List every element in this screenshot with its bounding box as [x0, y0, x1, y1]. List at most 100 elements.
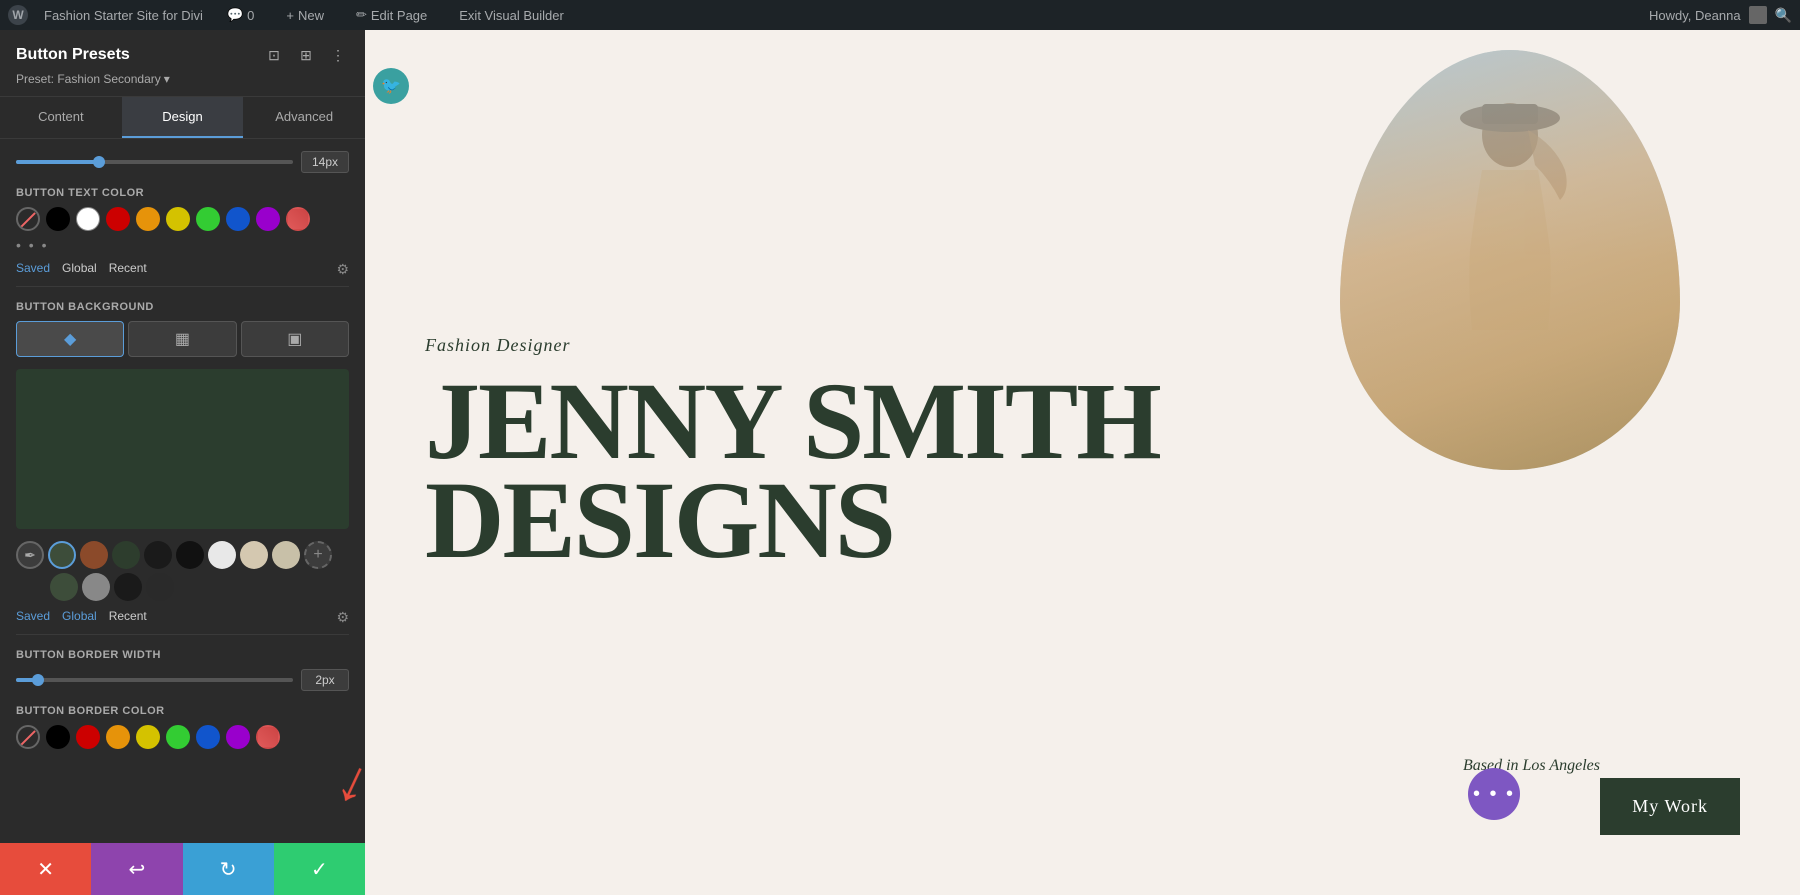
- button-border-color-label: Button Border Color: [16, 705, 349, 717]
- border-swatch-purple[interactable]: [226, 725, 250, 749]
- palette-swatch-2[interactable]: [80, 541, 108, 569]
- swatch-white[interactable]: [76, 207, 100, 231]
- panel-more-icon[interactable]: ⋮: [327, 44, 349, 66]
- cancel-icon: ✕: [37, 857, 54, 882]
- tab-advanced[interactable]: Advanced: [243, 97, 365, 138]
- purple-dots-button[interactable]: • • •: [1468, 768, 1520, 820]
- bg-color-meta: Saved Global Recent ⚙: [16, 609, 349, 626]
- button-background-label: Button Background: [16, 301, 349, 313]
- swatch-purple[interactable]: [256, 207, 280, 231]
- dots-icon: • • •: [1473, 783, 1515, 806]
- howdy-text: Howdy, Deanna: [1649, 8, 1741, 23]
- button-text-color-label: Button Text Color: [16, 187, 349, 199]
- border-swatch-green[interactable]: [166, 725, 190, 749]
- bg-type-gradient[interactable]: ▦: [128, 321, 236, 357]
- admin-search-icon[interactable]: 🔍: [1775, 7, 1792, 24]
- divider-1: [16, 286, 349, 287]
- redo-icon: ↻: [220, 857, 237, 882]
- palette-swatch-3[interactable]: [112, 541, 140, 569]
- teal-bird-icon[interactable]: 🐦: [373, 68, 409, 104]
- saved-link[interactable]: Saved: [16, 261, 50, 278]
- bg-global-link[interactable]: Global: [62, 609, 97, 626]
- palette-swatch-11[interactable]: [114, 573, 142, 601]
- panel-header: Button Presets ⊡ ⊞ ⋮ Preset: Fashion Sec…: [0, 30, 365, 97]
- border-swatch-yellow[interactable]: [136, 725, 160, 749]
- bg-saved-link[interactable]: Saved: [16, 609, 50, 626]
- swatch-blue[interactable]: [226, 207, 250, 231]
- border-color-swatches: [16, 725, 349, 749]
- text-color-swatches: [16, 207, 349, 231]
- border-swatch-orange[interactable]: [106, 725, 130, 749]
- new-link[interactable]: + New: [278, 0, 332, 30]
- eyedropper-btn[interactable]: ✒: [16, 541, 44, 569]
- size-slider-track[interactable]: [16, 160, 293, 164]
- admin-bar: W Fashion Starter Site for Divi 💬 0 + Ne…: [0, 0, 1800, 30]
- confirm-button[interactable]: ✓: [274, 843, 365, 895]
- size-slider-thumb[interactable]: [93, 156, 105, 168]
- color-settings-icon[interactable]: ⚙: [336, 261, 349, 278]
- panel-title-row: Button Presets ⊡ ⊞ ⋮: [16, 44, 349, 66]
- exit-builder-link[interactable]: Exit Visual Builder: [451, 0, 572, 30]
- swatch-yellow[interactable]: [166, 207, 190, 231]
- recent-link[interactable]: Recent: [109, 261, 147, 278]
- panel-title: Button Presets: [16, 46, 130, 64]
- bg-color-icon: ◆: [64, 329, 76, 349]
- bottom-bar: ✕ ↩ ↻ ✓: [0, 843, 365, 895]
- site-name[interactable]: Fashion Starter Site for Divi: [44, 8, 203, 23]
- border-swatch-black[interactable]: [46, 725, 70, 749]
- wordpress-icon[interactable]: W: [8, 5, 28, 25]
- bg-type-image[interactable]: ▣: [241, 321, 349, 357]
- panel-columns-icon[interactable]: ⊞: [295, 44, 317, 66]
- border-swatch-blue[interactable]: [196, 725, 220, 749]
- edit-page-link[interactable]: ✏ Edit Page: [348, 0, 435, 30]
- confirm-icon: ✓: [311, 857, 328, 882]
- bg-type-row: ◆ ▦ ▣: [16, 321, 349, 357]
- swatch-black[interactable]: [46, 207, 70, 231]
- border-swatch-pink[interactable]: [256, 725, 280, 749]
- size-slider-value: 14px: [301, 151, 349, 173]
- main-content: Fashion Designer JENNY SMITH DESIGNS Bas…: [365, 30, 1800, 895]
- more-colors-icon[interactable]: • • •: [16, 237, 48, 253]
- border-swatch-transparent[interactable]: [16, 725, 40, 749]
- panel-resize-icon[interactable]: ⊡: [263, 44, 285, 66]
- global-link[interactable]: Global: [62, 261, 97, 278]
- palette-add-btn[interactable]: +: [304, 541, 332, 569]
- border-swatch-red[interactable]: [76, 725, 100, 749]
- swatch-green[interactable]: [196, 207, 220, 231]
- button-border-width-label: Button Border Width: [16, 649, 349, 661]
- my-work-button[interactable]: My Work: [1600, 778, 1740, 835]
- redo-button[interactable]: ↻: [183, 843, 274, 895]
- palette-swatch-4[interactable]: [144, 541, 172, 569]
- undo-button[interactable]: ↩: [91, 843, 182, 895]
- palette-swatch-8[interactable]: [272, 541, 300, 569]
- tab-design[interactable]: Design: [122, 97, 244, 138]
- palette-swatch-12[interactable]: [146, 573, 174, 601]
- swatch-transparent[interactable]: [16, 207, 40, 231]
- palette-swatch-10[interactable]: [82, 573, 110, 601]
- size-slider-row: 14px: [16, 151, 349, 173]
- palette-swatch-9[interactable]: [50, 573, 78, 601]
- palette-swatch-1[interactable]: [48, 541, 76, 569]
- cancel-button[interactable]: ✕: [0, 843, 91, 895]
- palette-swatch-7[interactable]: [240, 541, 268, 569]
- border-width-slider-thumb[interactable]: [32, 674, 44, 686]
- palette-swatch-6[interactable]: [208, 541, 236, 569]
- swatch-red[interactable]: [106, 207, 130, 231]
- color-preview-box[interactable]: [16, 369, 349, 529]
- bg-type-color[interactable]: ◆: [16, 321, 124, 357]
- fashion-page: Fashion Designer JENNY SMITH DESIGNS Bas…: [365, 30, 1800, 895]
- palette-row-1: ✒ +: [16, 541, 349, 569]
- palette-row-2: [16, 573, 349, 601]
- panel-tabs: Content Design Advanced: [0, 97, 365, 139]
- bg-recent-link[interactable]: Recent: [109, 609, 147, 626]
- panel-preset[interactable]: Preset: Fashion Secondary ▾: [16, 72, 349, 86]
- border-width-slider-track[interactable]: [16, 678, 293, 682]
- tab-content[interactable]: Content: [0, 97, 122, 138]
- bg-settings-icon[interactable]: ⚙: [336, 609, 349, 626]
- hero-image: [1340, 50, 1680, 470]
- palette-swatch-5[interactable]: [176, 541, 204, 569]
- comments-link[interactable]: 💬 0: [219, 0, 262, 30]
- swatch-pink[interactable]: [286, 207, 310, 231]
- undo-icon: ↩: [128, 857, 145, 882]
- swatch-orange[interactable]: [136, 207, 160, 231]
